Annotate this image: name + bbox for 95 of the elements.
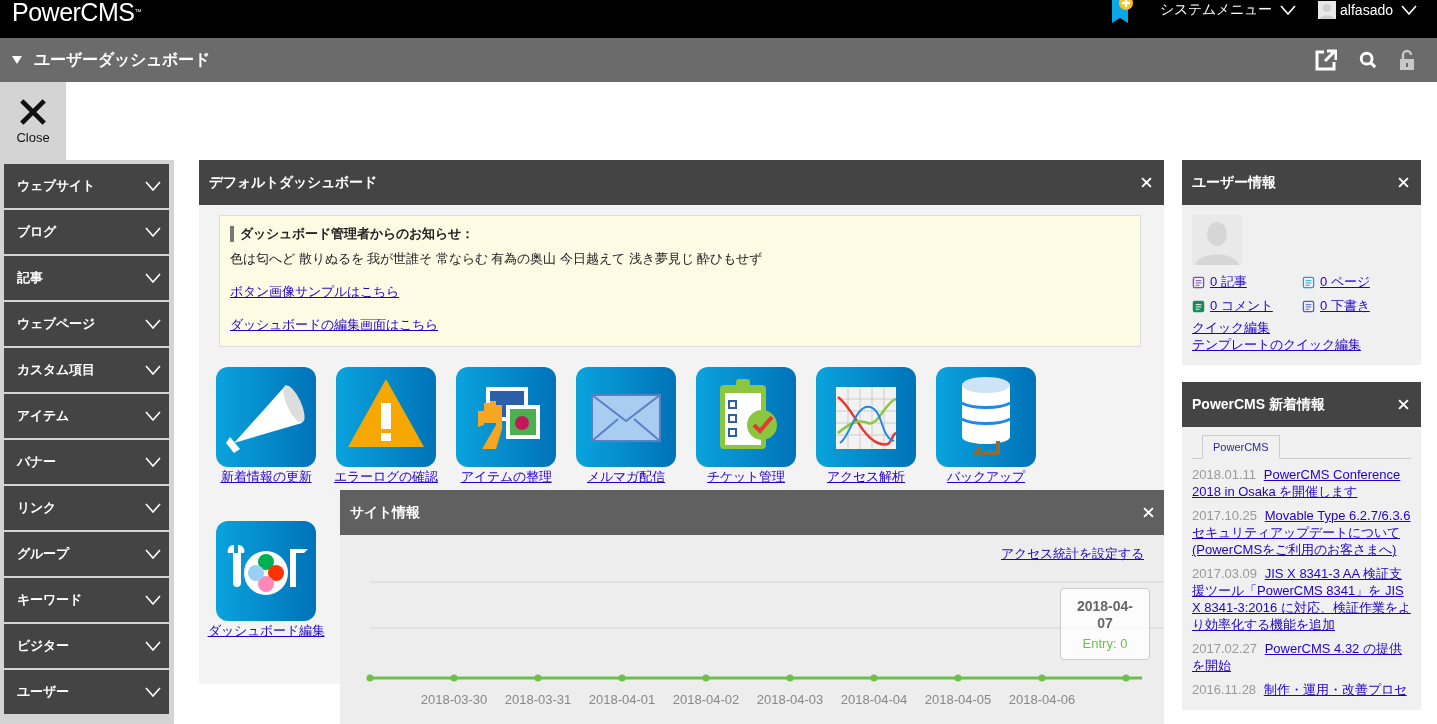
draft-icon bbox=[1302, 299, 1315, 313]
tools-icon[interactable] bbox=[216, 521, 316, 621]
news-item[interactable]: 2017.03.09 JIS X 8341-3 AA 検証支援ツール「PowerCMS 8341」を JIS X 8341-3:2016 に対応、検証作業をより効率化する機能を追加 bbox=[1192, 565, 1411, 633]
stat-link[interactable]: 0 コメント bbox=[1210, 297, 1273, 315]
megaphone-icon[interactable] bbox=[216, 367, 316, 467]
chart-icon[interactable] bbox=[816, 367, 916, 467]
quick-edit-link[interactable]: クイック編集 bbox=[1192, 319, 1270, 336]
chevron-down-icon bbox=[145, 457, 161, 467]
shortcut-link[interactable]: メルマガ配信 bbox=[587, 468, 665, 486]
chevron-down-icon bbox=[145, 641, 161, 651]
sidebar-item[interactable]: グループ bbox=[4, 532, 169, 576]
news-tab[interactable]: PowerCMS bbox=[1202, 435, 1280, 459]
panel-title: PowerCMS 新着情報 bbox=[1192, 395, 1325, 414]
shortcut-link[interactable]: 新着情報の更新 bbox=[220, 468, 312, 486]
unlock-icon[interactable] bbox=[1399, 49, 1415, 71]
chevron-down-icon bbox=[145, 595, 161, 605]
user-menu[interactable]: alfasado bbox=[1340, 2, 1393, 18]
stat-link[interactable]: 0 ページ bbox=[1320, 273, 1370, 291]
news-item[interactable]: 2017.10.25 Movable Type 6.2.7/6.3.6 セキュリティアップデートについて (PowerCMSをご利用のお客さまへ) bbox=[1192, 507, 1411, 558]
chevron-down-icon[interactable] bbox=[1280, 5, 1297, 15]
sidebar-item[interactable]: ユーザー bbox=[4, 670, 169, 714]
axis-label: 2018-04-06 bbox=[1008, 692, 1076, 707]
sidebar-item[interactable]: ウェブサイト bbox=[4, 164, 169, 208]
chevron-down-icon bbox=[145, 273, 161, 283]
entry-icon bbox=[1192, 275, 1205, 289]
axis-label: 2018-04-04 bbox=[840, 692, 908, 707]
chevron-down-icon bbox=[145, 319, 161, 329]
tooltip-date: 2018-04-07 bbox=[1075, 597, 1134, 632]
logo[interactable]: PowerCMS$^{™}$ bbox=[12, 0, 141, 24]
avatar-icon bbox=[1318, 1, 1337, 19]
sidebar-item[interactable]: ビジター bbox=[4, 624, 169, 668]
notice-link[interactable]: ボタン画像サンプルはこちら bbox=[230, 283, 399, 301]
tooltip-value: Entry: 0 bbox=[1082, 635, 1128, 651]
shortcut-link[interactable]: ダッシュボード編集 bbox=[207, 622, 325, 640]
panel-title: サイト情報 bbox=[350, 503, 420, 522]
avatar-silhouette-icon bbox=[1192, 215, 1242, 265]
quick-edit-link[interactable]: テンプレートのクイック編集 bbox=[1192, 336, 1361, 353]
pictures-icon[interactable] bbox=[456, 367, 556, 467]
system-menu[interactable]: システムメニュー bbox=[1160, 1, 1273, 19]
panel-header[interactable]: サイト情報 bbox=[340, 490, 1164, 535]
close-icon bbox=[19, 97, 47, 126]
shortcut-link[interactable]: チケット管理 bbox=[707, 468, 785, 486]
news-item[interactable]: 2016.11.28 制作・運用・改善プロセ bbox=[1192, 681, 1407, 698]
sidebar-item[interactable]: リンク bbox=[4, 486, 169, 530]
axis-label: 2018-03-31 bbox=[504, 692, 572, 707]
envelope-icon[interactable] bbox=[576, 367, 676, 467]
close-button[interactable]: Close bbox=[0, 82, 66, 160]
axis-label: 2018-04-05 bbox=[924, 692, 992, 707]
site-info-panel[interactable]: サイト情報 アクセス統計を設定する 2018-03-30 2018-03-31 2018-04-01 2018-04-02 2018-04-03 2018-04-04 2018-04-05 2018-04-06 2018-04-07 Entry: 0 bbox=[340, 490, 1164, 724]
notice-heading: ダッシュボード管理者からのお知らせ： bbox=[230, 226, 474, 242]
search-icon[interactable] bbox=[1359, 51, 1377, 69]
sidebar-item[interactable]: 記事 bbox=[4, 256, 169, 300]
chevron-down-icon[interactable] bbox=[1401, 5, 1417, 15]
chevron-down-icon bbox=[145, 687, 161, 697]
page-icon bbox=[1302, 275, 1315, 289]
sidebar-item[interactable]: アイテム bbox=[4, 394, 169, 438]
sidebar-item[interactable]: ブログ bbox=[4, 210, 169, 254]
sidebar-item[interactable]: ウェブページ bbox=[4, 302, 169, 346]
database-icon[interactable] bbox=[936, 367, 1036, 467]
close-icon[interactable] bbox=[1143, 507, 1154, 518]
comment-icon bbox=[1192, 299, 1205, 313]
notice-link[interactable]: ダッシュボードの編集画面はこちら bbox=[230, 316, 438, 334]
news-item[interactable]: 2017.02.27 PowerCMS 4.32 の提供を開始 bbox=[1192, 640, 1411, 674]
axis-label: 2018-04-02 bbox=[672, 692, 740, 707]
page-title: ユーザーダッシュボード bbox=[34, 49, 210, 70]
close-icon[interactable] bbox=[1141, 177, 1152, 188]
sidebar-item[interactable]: バナー bbox=[4, 440, 169, 484]
panel-title: ユーザー情報 bbox=[1192, 173, 1276, 192]
stat-link[interactable]: 0 記事 bbox=[1210, 273, 1247, 291]
settings-link[interactable]: アクセス統計を設定する bbox=[1001, 545, 1144, 563]
news-item[interactable]: 2018.01.11 PowerCMS Conference 2018 in Osaka を開催します bbox=[1192, 466, 1411, 500]
axis-label: 2018-04-01 bbox=[588, 692, 656, 707]
external-link-icon[interactable] bbox=[1315, 49, 1337, 71]
triangle-down-icon[interactable] bbox=[12, 56, 22, 64]
warning-icon[interactable] bbox=[336, 367, 436, 467]
notice-text: 色は匂へど 散りぬるを 我が世誰そ 常ならむ 有為の奥山 今日越えて 浅き夢見じ 酔ひもせず bbox=[230, 250, 763, 268]
chevron-down-icon bbox=[145, 411, 161, 421]
stat-link[interactable]: 0 下書き bbox=[1320, 297, 1370, 315]
shortcut-link[interactable]: アクセス解析 bbox=[827, 468, 905, 486]
chevron-down-icon bbox=[145, 549, 161, 559]
shortcut-link[interactable]: エラーログの確認 bbox=[334, 468, 438, 486]
chevron-down-icon bbox=[145, 181, 161, 191]
shortcut-link[interactable]: バックアップ bbox=[947, 468, 1025, 486]
axis-label: 2018-03-30 bbox=[420, 692, 488, 707]
axis-label: 2018-04-03 bbox=[756, 692, 824, 707]
close-icon[interactable] bbox=[1398, 399, 1409, 410]
panel-title: デフォルトダッシュボード bbox=[209, 173, 377, 192]
clipboard-check-icon[interactable] bbox=[696, 367, 796, 467]
chevron-down-icon bbox=[145, 503, 161, 513]
sidebar-item[interactable]: カスタム項目 bbox=[4, 348, 169, 392]
shortcut-link[interactable]: アイテムの整理 bbox=[460, 468, 552, 486]
chevron-down-icon bbox=[145, 227, 161, 237]
chevron-down-icon bbox=[145, 365, 161, 375]
sidebar-item[interactable]: キーワード bbox=[4, 578, 169, 622]
close-icon[interactable] bbox=[1398, 177, 1409, 188]
